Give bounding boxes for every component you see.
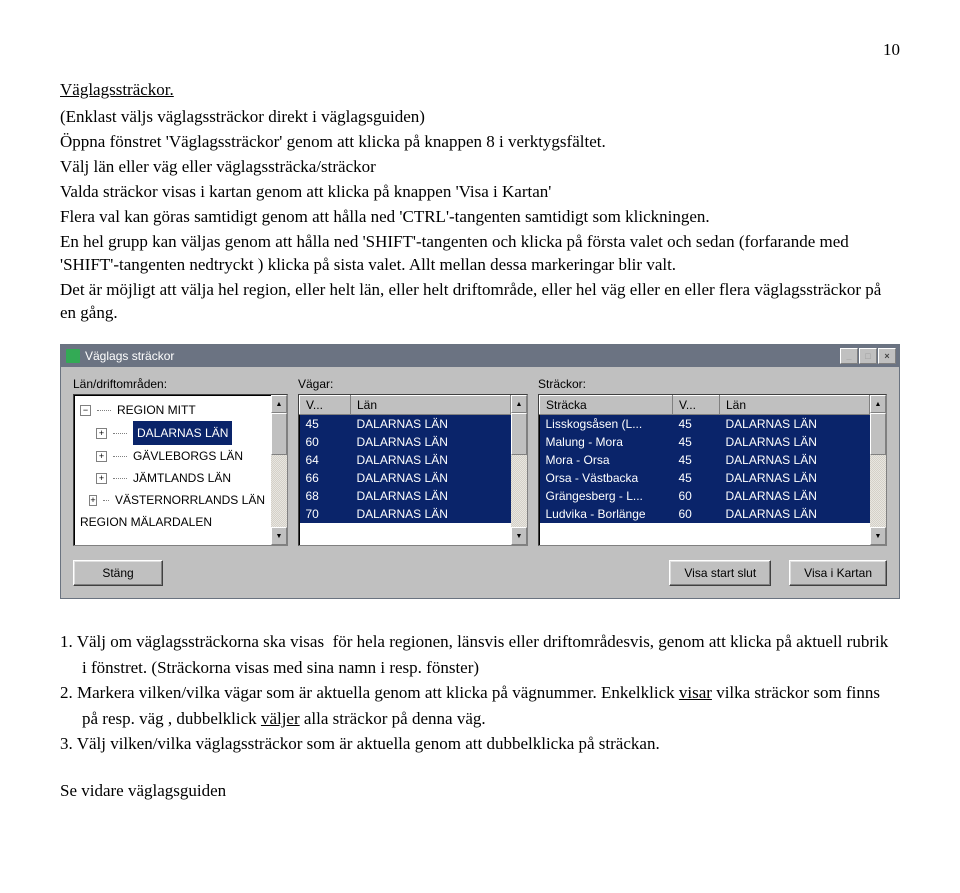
collapse-icon[interactable]: − <box>80 405 91 416</box>
table-row[interactable]: 64DALARNAS LÄN <box>300 451 511 469</box>
col-header[interactable]: V... <box>300 396 351 415</box>
table-row[interactable]: 45DALARNAS LÄN <box>300 415 511 434</box>
close-icon[interactable]: × <box>878 348 896 364</box>
scroll-thumb[interactable] <box>870 413 886 455</box>
table-row[interactable]: 70DALARNAS LÄN <box>300 505 511 523</box>
scroll-down-icon[interactable]: ▼ <box>870 527 886 545</box>
instruction-1: 1. Välj om väglagssträckorna ska visas f… <box>60 629 900 680</box>
expand-icon[interactable]: + <box>89 495 96 506</box>
table-row[interactable]: Grängesberg - L...60DALARNAS LÄN <box>540 487 870 505</box>
intro-line: Valda sträckor visas i kartan genom att … <box>60 181 900 204</box>
scroll-thumb[interactable] <box>511 413 527 455</box>
instruction-2: 2. Markera vilken/vilka vägar som är akt… <box>60 680 900 731</box>
scroll-up-icon[interactable]: ▲ <box>271 395 287 413</box>
close-button[interactable]: Stäng <box>73 560 163 586</box>
tree-item[interactable]: + GÄVLEBORGS LÄN <box>80 445 265 467</box>
app-icon <box>66 349 80 363</box>
tree-item-label: JÄMTLANDS LÄN <box>133 467 231 489</box>
show-in-map-button[interactable]: Visa i Kartan <box>789 560 887 586</box>
strackor-listbox[interactable]: Sträcka V... Län Lisskogsåsen (L...45DAL… <box>538 394 887 546</box>
instruction-3: 3. Välj vilken/vilka väglagssträckor som… <box>60 731 900 757</box>
col-header[interactable]: Län <box>720 396 870 415</box>
col-header[interactable]: Län <box>351 396 511 415</box>
table-row[interactable]: Mora - Orsa45DALARNAS LÄN <box>540 451 870 469</box>
footer-note: Se vidare väglagsguiden <box>60 781 900 801</box>
minimize-button[interactable]: _ <box>840 348 858 364</box>
tree-listbox[interactable]: − REGION MITT + DALARNAS LÄN <box>73 394 288 546</box>
intro-line: Det är möjligt att välja hel region, ell… <box>60 279 900 325</box>
table-row[interactable]: Ludvika - Borlänge60DALARNAS LÄN <box>540 505 870 523</box>
intro-line: En hel grupp kan väljas genom att hålla … <box>60 231 900 277</box>
section-heading: Väglagssträckor. <box>60 80 900 100</box>
dialog-window: Väglags sträckor _ □ × Län/driftområden:… <box>60 344 900 599</box>
tree-root[interactable]: − REGION MITT <box>80 399 265 421</box>
tree-item[interactable]: + VÄSTERNORRLANDS LÄN <box>80 489 265 511</box>
col-header[interactable]: V... <box>673 396 720 415</box>
expand-icon[interactable]: + <box>96 473 107 484</box>
scrollbar[interactable]: ▲ ▼ <box>870 395 886 545</box>
scroll-up-icon[interactable]: ▲ <box>511 395 527 413</box>
scroll-down-icon[interactable]: ▼ <box>271 527 287 545</box>
tree-item[interactable]: + JÄMTLANDS LÄN <box>80 467 265 489</box>
panel-label-lan: Län/driftområden: <box>73 377 288 391</box>
intro-line: Öppna fönstret 'Väglagssträckor' genom a… <box>60 131 900 154</box>
panel-label-strackor: Sträckor: <box>538 377 887 391</box>
table-header-row[interactable]: V... Län <box>300 396 511 415</box>
tree-root-label: REGION MITT <box>117 399 196 421</box>
scrollbar[interactable]: ▲ ▼ <box>271 395 287 545</box>
tree-item-label: VÄSTERNORRLANDS LÄN <box>115 489 265 511</box>
intro-line: Välj län eller väg eller väglagssträcka/… <box>60 156 900 179</box>
table-header-row[interactable]: Sträcka V... Län <box>540 396 870 415</box>
expand-icon[interactable]: + <box>96 451 107 462</box>
expand-icon[interactable]: + <box>96 428 107 439</box>
table-row[interactable]: 60DALARNAS LÄN <box>300 433 511 451</box>
tree-item-label: REGION MÄLARDALEN <box>80 511 212 533</box>
tree-item[interactable]: REGION MÄLARDALEN <box>80 511 265 533</box>
table-row[interactable]: Malung - Mora45DALARNAS LÄN <box>540 433 870 451</box>
scroll-down-icon[interactable]: ▼ <box>511 527 527 545</box>
table-row[interactable]: 68DALARNAS LÄN <box>300 487 511 505</box>
window-title: Väglags sträckor <box>85 349 174 363</box>
numbered-instructions: 1. Välj om väglagssträckorna ska visas f… <box>60 629 900 757</box>
show-start-stop-button[interactable]: Visa start slut <box>669 560 771 586</box>
panel-label-vagar: Vägar: <box>298 377 528 391</box>
scroll-thumb[interactable] <box>271 413 287 455</box>
vagar-listbox[interactable]: V... Län 45DALARNAS LÄN 60DALARNAS LÄN 6… <box>298 394 528 546</box>
maximize-button[interactable]: □ <box>859 348 877 364</box>
table-row[interactable]: Lisskogsåsen (L...45DALARNAS LÄN <box>540 415 870 434</box>
tree-item[interactable]: + DALARNAS LÄN <box>80 421 265 445</box>
titlebar[interactable]: Väglags sträckor _ □ × <box>61 345 899 367</box>
col-header[interactable]: Sträcka <box>540 396 673 415</box>
page-number: 10 <box>60 40 900 60</box>
scroll-up-icon[interactable]: ▲ <box>870 395 886 413</box>
intro-line: Flera val kan göras samtidigt genom att … <box>60 206 900 229</box>
scrollbar[interactable]: ▲ ▼ <box>511 395 527 545</box>
table-row[interactable]: 66DALARNAS LÄN <box>300 469 511 487</box>
tree-item-label: DALARNAS LÄN <box>133 421 232 445</box>
intro-line: (Enklast väljs väglagssträckor direkt i … <box>60 106 900 129</box>
table-row[interactable]: Orsa - Västbacka45DALARNAS LÄN <box>540 469 870 487</box>
tree-item-label: GÄVLEBORGS LÄN <box>133 445 243 467</box>
